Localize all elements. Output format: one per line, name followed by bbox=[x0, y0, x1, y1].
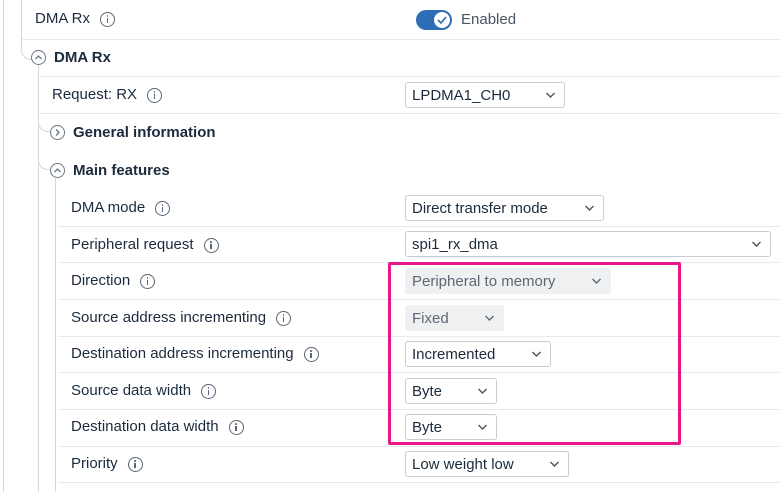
row-label-text: Direction bbox=[71, 272, 131, 289]
chevron-down-icon bbox=[550, 461, 559, 467]
collapse-icon[interactable] bbox=[31, 49, 46, 65]
info-icon[interactable] bbox=[140, 273, 156, 289]
toggle-state-label: Enabled bbox=[461, 11, 517, 28]
request-rx-label-text: Request: RX bbox=[52, 86, 138, 103]
dma-mode-label: DMA mode bbox=[71, 198, 171, 218]
row-label-text: Destination address incrementing bbox=[71, 345, 294, 362]
general-information-header[interactable]: General information bbox=[50, 122, 216, 142]
select-value: LPDMA1_CH0 bbox=[412, 86, 511, 104]
info-icon[interactable] bbox=[127, 456, 143, 472]
request-rx-label: Request: RX bbox=[52, 85, 163, 105]
collapse-icon[interactable] bbox=[50, 162, 65, 178]
info-icon[interactable] bbox=[201, 383, 217, 399]
info-icon[interactable] bbox=[276, 310, 292, 326]
source-data-width-label: Source data width bbox=[71, 381, 217, 401]
select-value: spi1_rx_dma bbox=[412, 235, 498, 253]
source-address-incrementing-label: Source address incrementing bbox=[71, 308, 292, 328]
select-value: Direct transfer mode bbox=[412, 199, 548, 217]
row-label-text: Destination data width bbox=[71, 418, 219, 435]
section-title: General information bbox=[73, 123, 216, 141]
dma-rx-enable-toggle[interactable] bbox=[416, 10, 452, 30]
info-icon[interactable] bbox=[155, 200, 171, 216]
main-features-header[interactable]: Main features bbox=[50, 160, 170, 180]
row-label-text: Priority bbox=[71, 455, 118, 472]
row-label-text: Peripheral request bbox=[71, 236, 194, 253]
expand-icon[interactable] bbox=[50, 124, 65, 140]
section-title: DMA Rx bbox=[54, 48, 111, 66]
destination-address-incrementing-label: Destination address incrementing bbox=[71, 344, 319, 364]
dma-rx-label: DMA Rx bbox=[35, 9, 116, 29]
peripheral-request-label: Peripheral request bbox=[71, 235, 219, 255]
peripheral-request-select[interactable]: spi1_rx_dma bbox=[405, 231, 771, 257]
row-label-text: Source data width bbox=[71, 382, 192, 399]
row-label-text: Source address incrementing bbox=[71, 309, 267, 326]
chevron-down-icon bbox=[585, 205, 594, 211]
select-value: Low weight low bbox=[412, 455, 514, 473]
row-label-text: DMA mode bbox=[71, 199, 146, 216]
check-icon bbox=[437, 16, 447, 24]
toggle-knob bbox=[434, 12, 450, 28]
dma-mode-select[interactable]: Direct transfer mode bbox=[405, 195, 604, 221]
chevron-down-icon bbox=[752, 241, 761, 247]
destination-data-width-label: Destination data width bbox=[71, 417, 244, 437]
highlight-box bbox=[388, 262, 681, 445]
info-icon[interactable] bbox=[100, 11, 116, 27]
dma-rx-label-text: DMA Rx bbox=[35, 10, 91, 27]
info-icon[interactable] bbox=[228, 419, 244, 435]
direction-label: Direction bbox=[71, 271, 156, 291]
priority-label: Priority bbox=[71, 454, 143, 474]
info-icon[interactable] bbox=[147, 87, 163, 103]
section-title: Main features bbox=[73, 161, 170, 179]
priority-select[interactable]: Low weight low bbox=[405, 451, 569, 477]
info-icon[interactable] bbox=[303, 346, 319, 362]
chevron-down-icon bbox=[546, 92, 555, 98]
request-rx-select[interactable]: LPDMA1_CH0 bbox=[405, 82, 565, 108]
info-icon[interactable] bbox=[203, 237, 219, 253]
dma-rx-section-header[interactable]: DMA Rx bbox=[31, 47, 111, 67]
